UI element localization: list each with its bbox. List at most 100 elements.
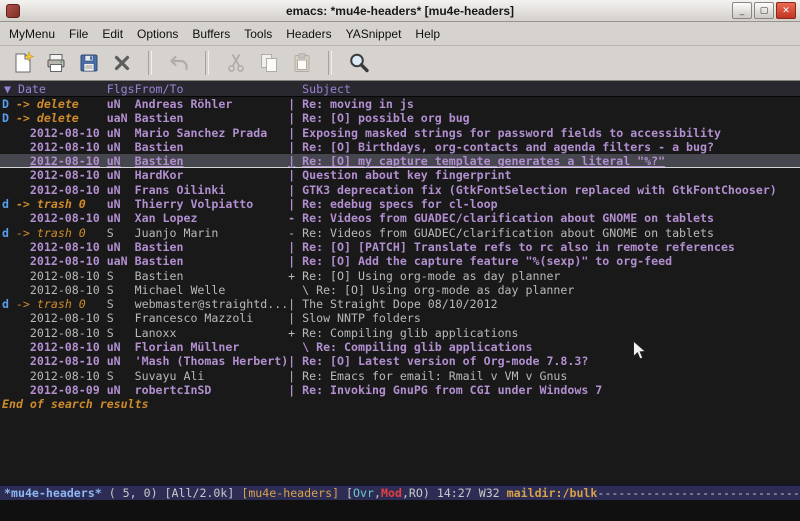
modeline-segment: ( 5, 0) [All/2.0k]: [102, 486, 242, 500]
undo-button[interactable]: [162, 49, 195, 78]
message-row[interactable]: 2012-08-10uNHardKor|Question about key f…: [0, 168, 800, 182]
message-subject: GTK3 deprecation fix (GtkFontSelection r…: [302, 183, 777, 197]
message-date: 2012-08-10: [30, 283, 100, 297]
message-row[interactable]: 2012-08-10uNBastien|Re: [O] Birthdays, o…: [0, 140, 800, 154]
print-button[interactable]: [39, 49, 72, 78]
message-flags: uaN: [107, 111, 128, 125]
menu-help[interactable]: Help: [408, 23, 447, 45]
message-date: 2012-08-09: [30, 383, 100, 397]
header-date-column[interactable]: ▼ Date: [4, 81, 46, 97]
message-row[interactable]: D-> deleteuNAndreas Röhler|Re: moving in…: [0, 97, 800, 111]
message-row[interactable]: 2012-08-10uNFlorian Müllner\Re: Compilin…: [0, 340, 800, 354]
thread-indicator: -: [288, 211, 295, 225]
save-button[interactable]: [72, 49, 105, 78]
message-row-current[interactable]: 2012-08-10uNBastien|Re: [O] my capture t…: [0, 154, 800, 168]
header-from-column[interactable]: From/To: [135, 81, 184, 97]
message-subject: Re: Videos from GUADEC/clarification abo…: [302, 226, 714, 240]
menu-yasnippet[interactable]: YASnippet: [339, 23, 409, 45]
message-row[interactable]: 2012-08-10uN'Mash (Thomas Herbert)|Re: […: [0, 354, 800, 368]
new-file-button[interactable]: [6, 49, 39, 78]
window-controls: _ ▢ ✕: [732, 2, 796, 19]
thread-indicator: \: [302, 340, 309, 354]
paste-button[interactable]: [285, 49, 318, 78]
menu-edit[interactable]: Edit: [95, 23, 130, 45]
message-subject: Re: Emacs for email: Rmail v VM v Gnus: [302, 369, 567, 383]
mu4e-headers-buffer[interactable]: ▼ Date Flgs From/To Subject D-> deleteuN…: [0, 81, 800, 485]
menu-mymenu[interactable]: MyMenu: [2, 23, 62, 45]
message-list: D-> deleteuNAndreas Röhler|Re: moving in…: [0, 97, 800, 397]
close-buffer-icon: [110, 51, 134, 75]
mark-char: d: [2, 197, 9, 211]
search-button[interactable]: [342, 49, 375, 78]
message-from: Bastien: [135, 240, 184, 254]
mark-char: D: [2, 97, 9, 111]
message-subject: Slow NNTP folders: [302, 311, 421, 325]
message-subject: Re: [O] Using org-mode as day planner: [302, 269, 560, 283]
message-row[interactable]: 2012-08-10uNBastien|Re: [O] [PATCH] Tran…: [0, 240, 800, 254]
menu-buffers[interactable]: Buffers: [185, 23, 237, 45]
message-flags: uN: [107, 126, 121, 140]
cut-button[interactable]: [219, 49, 252, 78]
modeline-segment: Ovr: [353, 486, 374, 500]
message-flags: uN: [107, 140, 121, 154]
close-button[interactable]: ✕: [776, 2, 796, 19]
toolbar-separator: [205, 51, 209, 75]
end-of-results-line: End of search results: [0, 397, 800, 411]
thread-indicator: |: [288, 240, 295, 254]
message-from: Frans Oilinki: [135, 183, 226, 197]
message-row[interactable]: 2012-08-10uNFrans Oilinki|GTK3 deprecati…: [0, 183, 800, 197]
message-date: 2012-08-10: [30, 369, 100, 383]
mark-action: -> trash 0: [16, 297, 86, 311]
message-subject: Re: Compiling glib applications: [316, 340, 532, 354]
echo-area[interactable]: [0, 500, 800, 521]
close-buffer-button[interactable]: [105, 49, 138, 78]
thread-indicator: |: [288, 297, 295, 311]
message-row[interactable]: 2012-08-10uaNBastien|Re: [O] Add the cap…: [0, 254, 800, 268]
message-subject: Re: [O] Using org-mode as day planner: [316, 283, 574, 297]
message-row[interactable]: 2012-08-10SFrancesco Mazzoli|Slow NNTP f…: [0, 311, 800, 325]
message-from: robertcInSD: [135, 383, 212, 397]
message-subject: Re: [O] Add the capture feature "%(sexp)…: [302, 254, 672, 268]
thread-indicator: +: [288, 269, 295, 283]
message-row[interactable]: d-> trash 0uNThierry Volpiatto|Re: edebu…: [0, 197, 800, 211]
mark-char: D: [2, 111, 9, 125]
message-from: 'Mash (Thomas Herbert): [135, 354, 289, 368]
message-row[interactable]: d-> trash 0Swebmaster@straightd...|The S…: [0, 297, 800, 311]
message-date: 2012-08-10: [30, 183, 100, 197]
message-from: Bastien: [135, 154, 184, 168]
message-row[interactable]: 2012-08-10SMichael Welle\Re: [O] Using o…: [0, 283, 800, 297]
menu-options[interactable]: Options: [130, 23, 185, 45]
header-flags-column[interactable]: Flgs: [107, 81, 135, 97]
message-row[interactable]: 2012-08-09uNrobertcInSD|Re: Invoking Gnu…: [0, 383, 800, 397]
maximize-button[interactable]: ▢: [754, 2, 774, 19]
copy-button[interactable]: [252, 49, 285, 78]
message-row[interactable]: D-> deleteuaNBastien|Re: [O] possible or…: [0, 111, 800, 125]
message-subject: Re: [O] Birthdays, org-contacts and agen…: [302, 140, 714, 154]
thread-indicator: |: [288, 168, 295, 182]
message-from: Juanjo Marin: [135, 226, 219, 240]
minimize-button[interactable]: _: [732, 2, 752, 19]
message-row[interactable]: 2012-08-10SBastien+Re: [O] Using org-mod…: [0, 269, 800, 283]
message-from: Francesco Mazzoli: [135, 311, 254, 325]
thread-indicator: |: [288, 197, 295, 211]
message-from: Lanoxx: [135, 326, 177, 340]
message-from: Bastien: [135, 254, 184, 268]
message-date: 2012-08-10: [30, 311, 100, 325]
message-flags: S: [107, 283, 114, 297]
menu-headers[interactable]: Headers: [279, 23, 338, 45]
message-from: Bastien: [135, 111, 184, 125]
message-row[interactable]: 2012-08-10uNXan Lopez-Re: Videos from GU…: [0, 211, 800, 225]
message-row[interactable]: d-> trash 0SJuanjo Marin-Re: Videos from…: [0, 226, 800, 240]
header-subject-column[interactable]: Subject: [302, 81, 351, 97]
message-subject: Re: [O] Latest version of Org-mode 7.8.3…: [302, 354, 588, 368]
message-row[interactable]: 2012-08-10uNMario Sanchez Prada|Exposing…: [0, 126, 800, 140]
message-row[interactable]: 2012-08-10SLanoxx+Re: Compiling glib app…: [0, 326, 800, 340]
message-date: 2012-08-10: [30, 211, 100, 225]
message-row[interactable]: 2012-08-10SSuvayu Ali|Re: Emacs for emai…: [0, 369, 800, 383]
message-date: 2012-08-10: [30, 240, 100, 254]
message-flags: uN: [107, 240, 121, 254]
message-flags: S: [107, 269, 114, 283]
menu-file[interactable]: File: [62, 23, 95, 45]
message-subject: Re: [O] possible org bug: [302, 111, 470, 125]
menu-tools[interactable]: Tools: [237, 23, 279, 45]
